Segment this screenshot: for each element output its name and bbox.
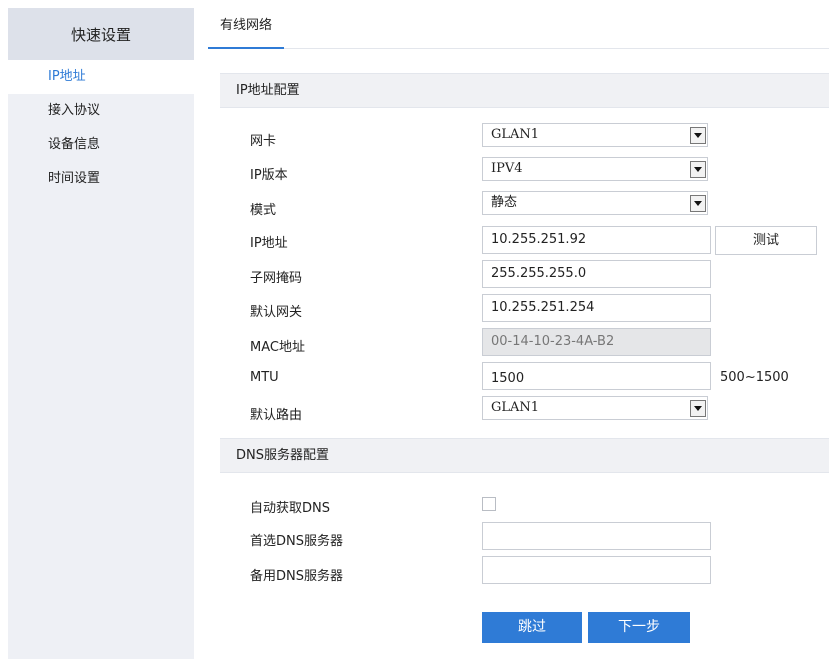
next-step-button[interactable]: 下一步 bbox=[588, 612, 690, 643]
mtu-value: 1500 bbox=[491, 371, 525, 386]
secondary-dns-input[interactable] bbox=[482, 556, 711, 584]
default-route-value: GLAN1 bbox=[491, 400, 540, 415]
sidebar-item-ip-address[interactable]: IP地址 bbox=[8, 60, 194, 94]
chevron-down-icon[interactable] bbox=[690, 127, 706, 144]
sidebar: 快速设置 IP地址 接入协议 设备信息 时间设置 bbox=[8, 8, 194, 659]
mode-label: 模式 bbox=[250, 203, 277, 218]
sidebar-item-time-settings[interactable]: 时间设置 bbox=[8, 162, 194, 196]
mode-select[interactable]: 静态 bbox=[482, 191, 708, 215]
chevron-down-icon[interactable] bbox=[690, 195, 706, 212]
primary-dns-input[interactable] bbox=[482, 522, 711, 550]
secondary-dns-label: 备用DNS服务器 bbox=[250, 569, 343, 584]
auto-dns-label: 自动获取DNS bbox=[250, 501, 330, 516]
subnet-mask-label: 子网掩码 bbox=[250, 271, 303, 286]
ip-version-label: IP版本 bbox=[250, 168, 288, 183]
subnet-mask-value: 255.255.255.0 bbox=[491, 266, 587, 281]
ip-config-section-header: IP地址配置 bbox=[220, 73, 829, 108]
gateway-value: 10.255.251.254 bbox=[491, 300, 595, 315]
dns-config-section-header: DNS服务器配置 bbox=[220, 438, 829, 473]
ip-address-label: IP地址 bbox=[250, 236, 288, 251]
sidebar-item-access-protocol[interactable]: 接入协议 bbox=[8, 94, 194, 128]
primary-dns-label: 首选DNS服务器 bbox=[250, 534, 343, 549]
default-route-select[interactable]: GLAN1 bbox=[482, 396, 708, 420]
tab-bar: 有线网络 bbox=[208, 8, 829, 49]
nic-value: GLAN1 bbox=[491, 127, 540, 142]
mac-field: 00-14-10-23-4A-B2 bbox=[482, 328, 711, 356]
mode-value: 静态 bbox=[491, 195, 518, 210]
chevron-down-icon[interactable] bbox=[690, 400, 706, 417]
mac-value: 00-14-10-23-4A-B2 bbox=[491, 334, 615, 349]
mac-label: MAC地址 bbox=[250, 340, 305, 355]
sidebar-item-device-info[interactable]: 设备信息 bbox=[8, 128, 194, 162]
mtu-input[interactable]: 1500 bbox=[482, 362, 711, 390]
ip-address-value: 10.255.251.92 bbox=[491, 232, 587, 247]
ip-version-select[interactable]: IPV4 bbox=[482, 157, 708, 181]
chevron-down-icon[interactable] bbox=[690, 161, 706, 178]
auto-dns-checkbox[interactable] bbox=[482, 497, 496, 511]
nic-label: 网卡 bbox=[250, 134, 277, 149]
ip-address-input[interactable]: 10.255.251.92 bbox=[482, 226, 711, 254]
test-button[interactable]: 测试 bbox=[715, 226, 817, 255]
mtu-range-hint: 500~1500 bbox=[720, 370, 789, 385]
default-route-label: 默认路由 bbox=[250, 408, 303, 423]
subnet-mask-input[interactable]: 255.255.255.0 bbox=[482, 260, 711, 288]
gateway-label: 默认网关 bbox=[250, 305, 303, 320]
mtu-label: MTU bbox=[250, 370, 279, 385]
tab-wired-network[interactable]: 有线网络 bbox=[208, 8, 284, 49]
gateway-input[interactable]: 10.255.251.254 bbox=[482, 294, 711, 322]
skip-button[interactable]: 跳过 bbox=[482, 612, 582, 643]
ip-version-value: IPV4 bbox=[491, 161, 523, 176]
nic-select[interactable]: GLAN1 bbox=[482, 123, 708, 147]
sidebar-title: 快速设置 bbox=[8, 8, 194, 60]
